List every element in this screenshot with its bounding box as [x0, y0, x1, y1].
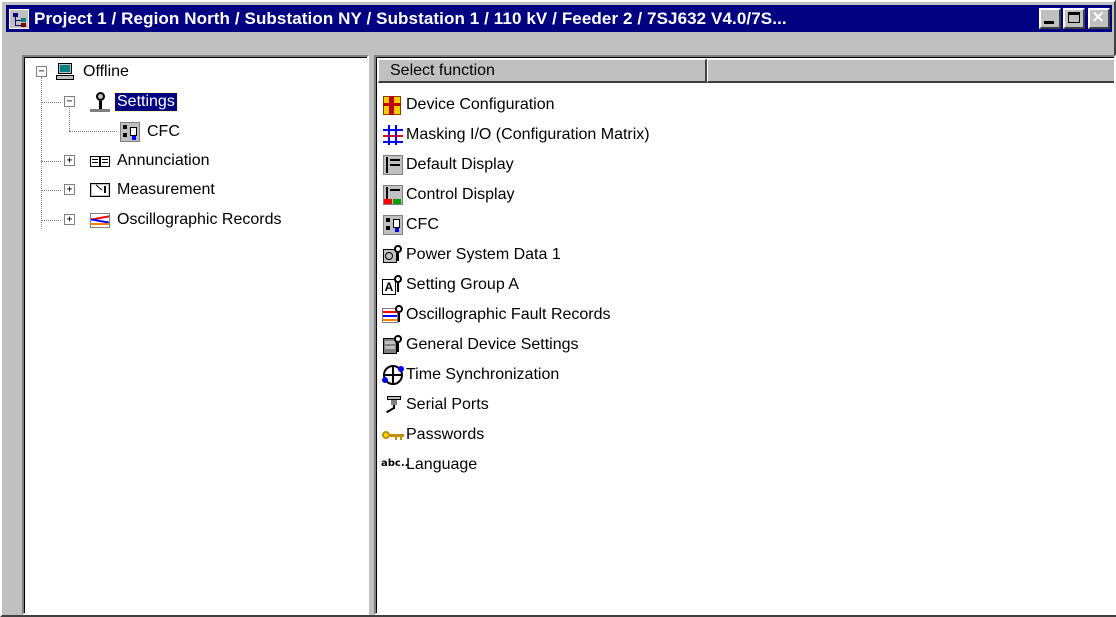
matrix-icon	[381, 123, 405, 147]
close-icon: ×	[1091, 7, 1106, 27]
list-label: General Device Settings	[406, 336, 579, 353]
fault-records-icon	[381, 303, 405, 327]
list-item-language[interactable]: abc.. Language	[381, 450, 477, 480]
function-list-pane[interactable]: Select function Device Configuration Mas…	[374, 55, 1116, 615]
list-item-setting-group-a[interactable]: A Setting Group A	[381, 270, 519, 300]
list-item-general-device-settings[interactable]: General Device Settings	[381, 330, 579, 360]
list-label: Language	[406, 456, 478, 473]
list-label: Power System Data 1	[406, 246, 561, 263]
tree-label-oscillographic-records: Oscillographic Records	[117, 211, 282, 228]
power-system-data-icon	[381, 243, 405, 267]
waveform-icon	[89, 209, 111, 231]
setting-group-icon: A	[381, 273, 405, 297]
list-item-power-system-data[interactable]: Power System Data 1	[381, 240, 561, 270]
maximize-button[interactable]	[1063, 8, 1085, 29]
maximize-icon	[1068, 12, 1080, 23]
computer-icon	[55, 61, 77, 83]
list-label: Masking I/O (Configuration Matrix)	[406, 126, 650, 143]
list-label: Oscillographic Fault Records	[406, 306, 611, 323]
cfc-icon	[119, 121, 141, 143]
tree-expander-settings[interactable]: −	[64, 96, 75, 107]
tree-item-settings[interactable]: Settings	[89, 90, 178, 114]
tree-item-measurement[interactable]: Measurement	[89, 178, 217, 202]
language-icon: abc..	[381, 458, 409, 469]
tree-pane[interactable]: − Offline − Settings CFC + Annunciation …	[22, 55, 369, 615]
list-item-control-display[interactable]: Control Display	[381, 180, 514, 210]
device-config-icon	[381, 93, 405, 117]
list-label: Time Synchronization	[406, 366, 560, 383]
key-icon	[381, 423, 405, 447]
tree-item-annunciation[interactable]: Annunciation	[89, 149, 212, 173]
meter-icon	[89, 179, 111, 201]
list-item-masking-io[interactable]: Masking I/O (Configuration Matrix)	[381, 120, 650, 150]
time-sync-icon	[381, 363, 405, 387]
serial-port-icon	[381, 393, 405, 417]
column-header-select-function[interactable]: Select function	[378, 59, 707, 83]
list-label: Device Configuration	[406, 96, 555, 113]
control-display-icon	[381, 183, 405, 207]
app-window: Project 1 / Region North / Substation NY…	[0, 0, 1116, 617]
list-label: Serial Ports	[406, 396, 489, 413]
tree-label-settings: Settings	[114, 92, 178, 112]
tree-expander-annunciation[interactable]: +	[64, 155, 75, 166]
tree-item-cfc[interactable]: CFC	[119, 120, 182, 144]
list-item-passwords[interactable]: Passwords	[381, 420, 484, 450]
tree-label-annunciation: Annunciation	[117, 152, 210, 169]
list-label: CFC	[406, 216, 439, 233]
close-button[interactable]: ×	[1088, 7, 1110, 29]
list-label: Passwords	[406, 426, 485, 443]
cfc-icon	[381, 213, 405, 237]
default-display-icon	[381, 153, 405, 177]
tree-label-measurement: Measurement	[117, 181, 215, 198]
list-item-default-display[interactable]: Default Display	[381, 150, 514, 180]
book-icon	[89, 150, 111, 172]
tree-label-offline: Offline	[83, 63, 129, 80]
title-bar[interactable]: Project 1 / Region North / Substation NY…	[6, 5, 1112, 32]
tree-expander-measurement[interactable]: +	[64, 184, 75, 195]
window-title: Project 1 / Region North / Substation NY…	[34, 8, 787, 28]
general-settings-icon	[381, 333, 405, 357]
tree-structure-icon[interactable]	[9, 8, 29, 29]
list-item-oscillographic-fault-records[interactable]: Oscillographic Fault Records	[381, 300, 611, 330]
list-item-serial-ports[interactable]: Serial Ports	[381, 390, 489, 420]
list-item-time-synchronization[interactable]: Time Synchronization	[381, 360, 559, 390]
tree-expander-offline[interactable]: −	[36, 66, 47, 77]
list-item-device-configuration[interactable]: Device Configuration	[381, 90, 555, 120]
column-header-empty	[707, 59, 1114, 83]
tree-expander-oscillographic[interactable]: +	[64, 214, 75, 225]
list-label: Default Display	[406, 156, 514, 173]
tree-label-cfc: CFC	[147, 123, 180, 140]
minimize-button[interactable]	[1039, 8, 1061, 29]
minimize-icon	[1044, 21, 1054, 24]
tree-item-oscillographic-records[interactable]: Oscillographic Records	[89, 208, 284, 232]
tree-item-offline[interactable]: Offline	[55, 60, 131, 84]
settings-icon	[89, 91, 111, 113]
list-label: Setting Group A	[406, 276, 519, 293]
list-item-cfc[interactable]: CFC	[381, 210, 439, 240]
list-label: Control Display	[406, 186, 515, 203]
